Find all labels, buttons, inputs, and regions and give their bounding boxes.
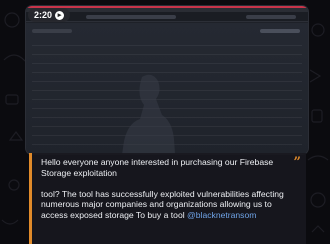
toolbar-icons [246,15,296,19]
message-text: Hello everyone anyone interested in purc… [41,157,291,221]
quote-icon: ” [293,155,301,170]
message-bubble[interactable]: Hello everyone anyone interested in purc… [29,153,306,244]
video-duration-badge: 2:20 ▸ [28,8,71,22]
video-duration: 2:20 [34,10,53,20]
overlay-silhouette [122,74,175,154]
console-body [26,23,308,154]
video-preview[interactable] [26,6,308,154]
console-action [260,29,300,33]
mention-link[interactable]: @blacknetransom [187,210,256,220]
message-line-1: Hello everyone anyone interested in purc… [41,157,274,178]
address-bar [86,15,176,19]
message-line-2: tool? The tool has successfully exploite… [41,188,284,199]
play-count-icon: ▸ [55,10,65,20]
console-menu [32,29,72,33]
browser-tab-accent [26,6,308,8]
